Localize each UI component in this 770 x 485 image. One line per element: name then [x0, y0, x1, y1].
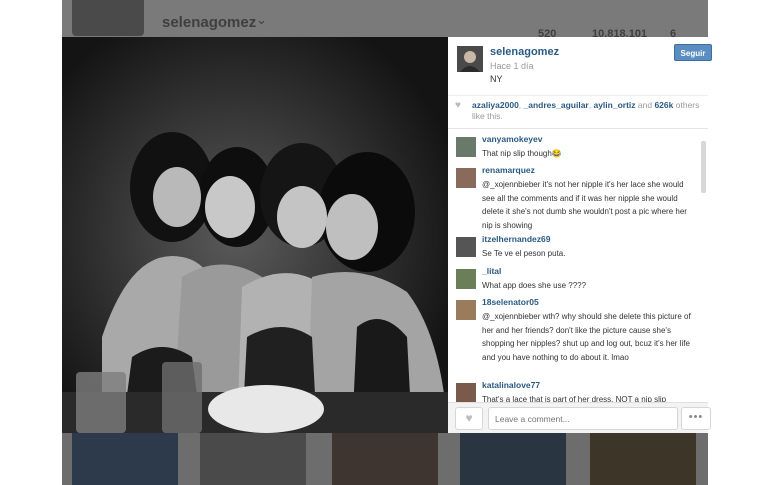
comment-text: What app does she use ???? — [482, 281, 587, 290]
commenter-avatar[interactable] — [456, 137, 476, 157]
comments-scrollbar[interactable] — [701, 141, 706, 193]
comment-text: Se Te ve el peson puta. — [482, 249, 566, 258]
commenter-username[interactable]: vanyamokeyev — [482, 134, 543, 144]
post-timestamp: Hace 1 día — [490, 61, 534, 71]
commenter-avatar[interactable] — [456, 383, 476, 402]
more-button[interactable]: ••• — [681, 407, 711, 430]
chevron-down-icon: ⌄ — [256, 12, 267, 27]
post-caption: NY — [490, 74, 503, 84]
liker-username[interactable]: azaliya2000 — [472, 100, 519, 110]
profile-grid-thumb[interactable] — [72, 433, 178, 485]
profile-grid-thumb[interactable] — [332, 433, 438, 485]
commenter-avatar[interactable] — [456, 269, 476, 289]
liker-username[interactable]: aylin_ortiz — [593, 100, 635, 110]
poster-username[interactable]: selenagomez — [490, 46, 559, 58]
commenter-avatar[interactable] — [456, 168, 476, 188]
post-detail-panel: selenagomez Hace 1 día NY Seguir ♥ azali… — [448, 37, 712, 433]
post-photo — [62, 37, 448, 433]
heart-icon: ♥ — [465, 411, 473, 425]
commenter-username[interactable]: katalinalove77 — [482, 380, 540, 390]
profile-grid-thumb[interactable] — [200, 433, 306, 485]
profile-username: selenagomez — [162, 14, 257, 31]
comment-text: @_xojennbieber wth? why should she delet… — [482, 312, 691, 362]
liker-username[interactable]: _andres_aguilar — [524, 100, 589, 110]
comment-text: @_xojennbieber it's not her nipple it's … — [482, 180, 687, 230]
more-icon: ••• — [688, 411, 704, 423]
likes-text: azaliya2000, _andres_aguilar, aylin_orti… — [472, 100, 700, 121]
screenshot: selenagomez ⌄ 520 10,818,101 6 selenagom… — [0, 0, 770, 485]
comment-bar: ♥ ••• — [448, 402, 711, 433]
likes-summary: ♥ azaliya2000, _andres_aguilar, aylin_or… — [448, 95, 708, 129]
commenter-username[interactable]: itzelhernandez69 — [482, 234, 551, 244]
commenter-username[interactable]: 18selenator05 — [482, 297, 539, 307]
comments-list: vanyamokeyev That nip slip though😂 renam… — [448, 134, 700, 402]
like-button[interactable]: ♥ — [455, 407, 483, 430]
commenter-username[interactable]: renamarquez — [482, 165, 535, 175]
profile-avatar — [72, 0, 144, 36]
comment-text: That's a lace that is part of her dress.… — [482, 395, 667, 402]
heart-icon: ♥ — [455, 100, 461, 111]
commenter-avatar[interactable] — [456, 237, 476, 257]
profile-grid-thumb[interactable] — [590, 433, 696, 485]
profile-header: selenagomez ⌄ 520 10,818,101 6 — [62, 0, 708, 40]
profile-grid — [62, 433, 708, 485]
likes-count[interactable]: 626k — [654, 100, 673, 110]
commenter-avatar[interactable] — [456, 300, 476, 320]
poster-avatar[interactable] — [457, 46, 483, 72]
commenter-username[interactable]: _lital — [482, 266, 501, 276]
likes-and: and — [637, 100, 653, 110]
comment-input[interactable] — [488, 407, 678, 430]
comment-text: That nip slip though😂 — [482, 149, 562, 158]
follow-button[interactable]: Seguir — [674, 44, 712, 61]
profile-grid-thumb[interactable] — [460, 433, 566, 485]
